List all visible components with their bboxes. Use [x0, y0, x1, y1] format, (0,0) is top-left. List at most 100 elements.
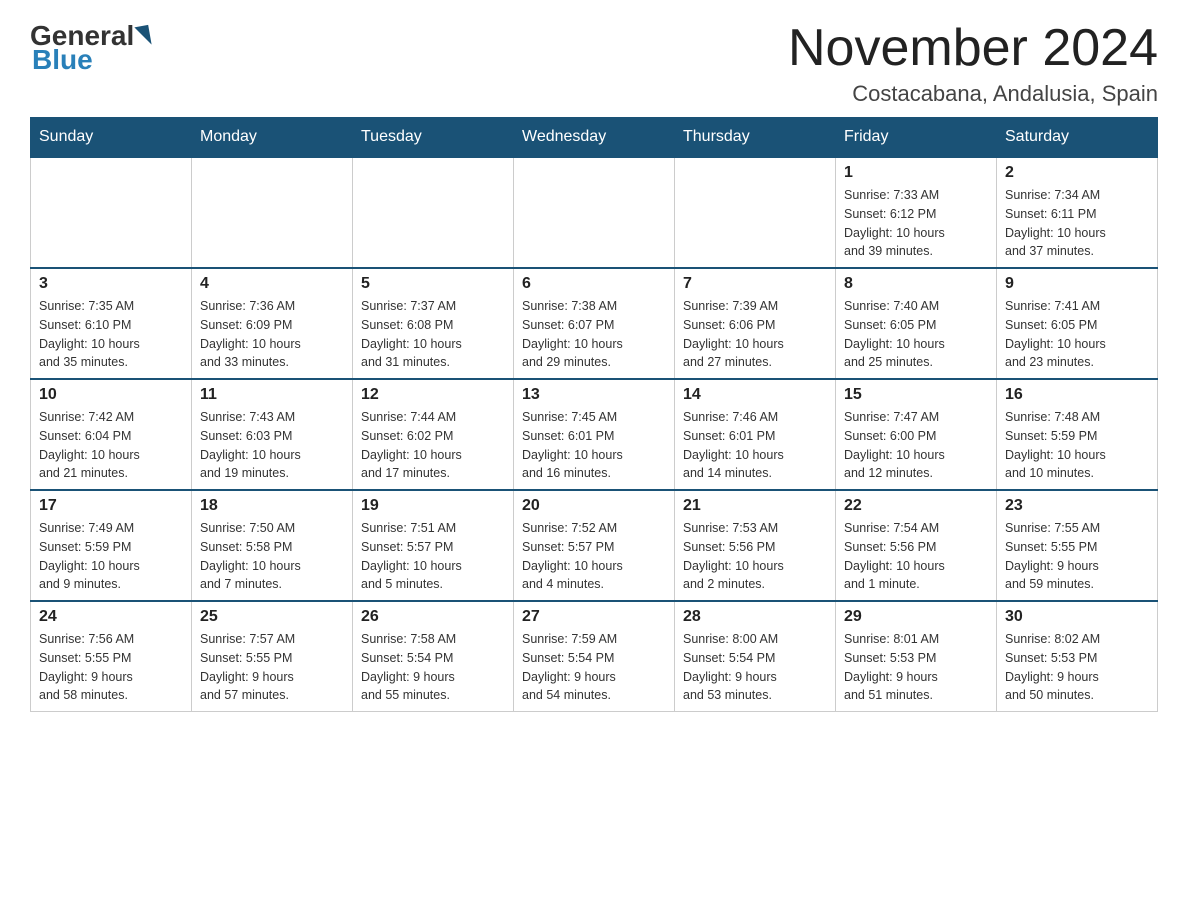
day-number: 23	[1005, 497, 1149, 515]
calendar-cell: 12 Sunrise: 7:44 AM Sunset: 6:02 PM Dayli…	[353, 379, 514, 490]
subtitle: Costacabana, Andalusia, Spain	[788, 81, 1158, 107]
calendar-cell: 9 Sunrise: 7:41 AM Sunset: 6:05 PM Daylig…	[997, 268, 1158, 379]
calendar-cell: 5Sunrise: 7:37 AM Sunset: 6:08 PM Daylig…	[353, 268, 514, 379]
calendar-cell	[514, 157, 675, 268]
calendar-cell: 14 Sunrise: 7:46 AM Sunset: 6:01 PM Dayli…	[675, 379, 836, 490]
calendar-cell: 11 Sunrise: 7:43 AM Sunset: 6:03 PM Dayli…	[192, 379, 353, 490]
calendar-cell: 13 Sunrise: 7:45 AM Sunset: 6:01 PM Dayli…	[514, 379, 675, 490]
day-info: Sunrise: 7:34 AM Sunset: 6:11 PM Dayligh…	[1005, 186, 1149, 261]
day-number: 8	[844, 275, 988, 293]
logo: General Blue	[30, 20, 152, 76]
week-row-3: 10 Sunrise: 7:42 AM Sunset: 6:04 PM Dayli…	[31, 379, 1158, 490]
day-info: Sunrise: 7:58 AM Sunset: 5:54 PM Dayligh…	[361, 630, 505, 705]
day-info: Sunrise: 7:43 AM Sunset: 6:03 PM Dayligh…	[200, 408, 344, 483]
calendar-cell: 17 Sunrise: 7:49 AM Sunset: 5:59 PM Dayli…	[31, 490, 192, 601]
day-info: Sunrise: 7:41 AM Sunset: 6:05 PM Dayligh…	[1005, 297, 1149, 372]
day-info: Sunrise: 7:57 AM Sunset: 5:55 PM Dayligh…	[200, 630, 344, 705]
day-number: 2	[1005, 164, 1149, 182]
day-info: Sunrise: 8:00 AM Sunset: 5:54 PM Dayligh…	[683, 630, 827, 705]
day-info: Sunrise: 7:33 AM Sunset: 6:12 PM Dayligh…	[844, 186, 988, 261]
day-header-thursday: Thursday	[675, 118, 836, 158]
day-info: Sunrise: 7:54 AM Sunset: 5:56 PM Dayligh…	[844, 519, 988, 594]
day-info: Sunrise: 7:49 AM Sunset: 5:59 PM Dayligh…	[39, 519, 183, 594]
day-number: 4	[200, 275, 344, 293]
calendar-cell: 6 Sunrise: 7:38 AM Sunset: 6:07 PM Daylig…	[514, 268, 675, 379]
day-header-friday: Friday	[836, 118, 997, 158]
day-number: 29	[844, 608, 988, 626]
day-number: 14	[683, 386, 827, 404]
day-number: 30	[1005, 608, 1149, 626]
calendar-cell: 4 Sunrise: 7:36 AM Sunset: 6:09 PM Daylig…	[192, 268, 353, 379]
title-area: November 2024 Costacabana, Andalusia, Sp…	[788, 20, 1158, 107]
page-header: General Blue November 2024 Costacabana, …	[30, 20, 1158, 107]
calendar-cell: 22Sunrise: 7:54 AM Sunset: 5:56 PM Dayli…	[836, 490, 997, 601]
day-number: 3	[39, 275, 183, 293]
day-info: Sunrise: 7:39 AM Sunset: 6:06 PM Dayligh…	[683, 297, 827, 372]
day-header-saturday: Saturday	[997, 118, 1158, 158]
logo-blue-text: Blue	[32, 44, 93, 75]
logo-triangle-icon	[135, 25, 152, 47]
calendar-cell: 21 Sunrise: 7:53 AM Sunset: 5:56 PM Dayli…	[675, 490, 836, 601]
day-info: Sunrise: 7:53 AM Sunset: 5:56 PM Dayligh…	[683, 519, 827, 594]
day-info: Sunrise: 8:01 AM Sunset: 5:53 PM Dayligh…	[844, 630, 988, 705]
calendar-cell: 19 Sunrise: 7:51 AM Sunset: 5:57 PM Dayli…	[353, 490, 514, 601]
calendar-cell: 24Sunrise: 7:56 AM Sunset: 5:55 PM Dayli…	[31, 601, 192, 712]
day-number: 26	[361, 608, 505, 626]
day-number: 9	[1005, 275, 1149, 293]
day-info: Sunrise: 7:52 AM Sunset: 5:57 PM Dayligh…	[522, 519, 666, 594]
main-title: November 2024	[788, 20, 1158, 77]
day-info: Sunrise: 7:38 AM Sunset: 6:07 PM Dayligh…	[522, 297, 666, 372]
day-number: 18	[200, 497, 344, 515]
day-info: Sunrise: 7:59 AM Sunset: 5:54 PM Dayligh…	[522, 630, 666, 705]
day-info: Sunrise: 7:37 AM Sunset: 6:08 PM Dayligh…	[361, 297, 505, 372]
day-number: 1	[844, 164, 988, 182]
day-info: Sunrise: 7:46 AM Sunset: 6:01 PM Dayligh…	[683, 408, 827, 483]
day-number: 12	[361, 386, 505, 404]
day-info: Sunrise: 7:44 AM Sunset: 6:02 PM Dayligh…	[361, 408, 505, 483]
day-info: Sunrise: 7:47 AM Sunset: 6:00 PM Dayligh…	[844, 408, 988, 483]
day-info: Sunrise: 7:55 AM Sunset: 5:55 PM Dayligh…	[1005, 519, 1149, 594]
calendar-cell: 2 Sunrise: 7:34 AM Sunset: 6:11 PM Daylig…	[997, 157, 1158, 268]
day-number: 19	[361, 497, 505, 515]
day-number: 17	[39, 497, 183, 515]
day-header-monday: Monday	[192, 118, 353, 158]
day-info: Sunrise: 7:50 AM Sunset: 5:58 PM Dayligh…	[200, 519, 344, 594]
calendar-cell: 7Sunrise: 7:39 AM Sunset: 6:06 PM Daylig…	[675, 268, 836, 379]
calendar-cell: 10 Sunrise: 7:42 AM Sunset: 6:04 PM Dayli…	[31, 379, 192, 490]
calendar-cell: 29 Sunrise: 8:01 AM Sunset: 5:53 PM Dayli…	[836, 601, 997, 712]
day-number: 21	[683, 497, 827, 515]
day-info: Sunrise: 7:42 AM Sunset: 6:04 PM Dayligh…	[39, 408, 183, 483]
week-row-5: 24Sunrise: 7:56 AM Sunset: 5:55 PM Dayli…	[31, 601, 1158, 712]
calendar-cell: 30Sunrise: 8:02 AM Sunset: 5:53 PM Dayli…	[997, 601, 1158, 712]
calendar-cell	[675, 157, 836, 268]
calendar-cell: 8 Sunrise: 7:40 AM Sunset: 6:05 PM Daylig…	[836, 268, 997, 379]
day-number: 16	[1005, 386, 1149, 404]
day-info: Sunrise: 7:56 AM Sunset: 5:55 PM Dayligh…	[39, 630, 183, 705]
calendar-cell: 27 Sunrise: 7:59 AM Sunset: 5:54 PM Dayli…	[514, 601, 675, 712]
calendar-cell: 20Sunrise: 7:52 AM Sunset: 5:57 PM Dayli…	[514, 490, 675, 601]
calendar-cell: 18 Sunrise: 7:50 AM Sunset: 5:58 PM Dayli…	[192, 490, 353, 601]
calendar-cell	[192, 157, 353, 268]
day-info: Sunrise: 7:45 AM Sunset: 6:01 PM Dayligh…	[522, 408, 666, 483]
week-row-1: 1 Sunrise: 7:33 AM Sunset: 6:12 PM Daylig…	[31, 157, 1158, 268]
day-number: 6	[522, 275, 666, 293]
day-number: 13	[522, 386, 666, 404]
day-number: 10	[39, 386, 183, 404]
calendar-cell: 1 Sunrise: 7:33 AM Sunset: 6:12 PM Daylig…	[836, 157, 997, 268]
day-header-wednesday: Wednesday	[514, 118, 675, 158]
day-info: Sunrise: 7:48 AM Sunset: 5:59 PM Dayligh…	[1005, 408, 1149, 483]
calendar-cell: 25Sunrise: 7:57 AM Sunset: 5:55 PM Dayli…	[192, 601, 353, 712]
day-info: Sunrise: 7:40 AM Sunset: 6:05 PM Dayligh…	[844, 297, 988, 372]
day-info: Sunrise: 7:51 AM Sunset: 5:57 PM Dayligh…	[361, 519, 505, 594]
day-info: Sunrise: 7:35 AM Sunset: 6:10 PM Dayligh…	[39, 297, 183, 372]
day-info: Sunrise: 7:36 AM Sunset: 6:09 PM Dayligh…	[200, 297, 344, 372]
calendar-cell: 15Sunrise: 7:47 AM Sunset: 6:00 PM Dayli…	[836, 379, 997, 490]
calendar-cell: 23 Sunrise: 7:55 AM Sunset: 5:55 PM Dayli…	[997, 490, 1158, 601]
day-number: 27	[522, 608, 666, 626]
calendar-cell: 16 Sunrise: 7:48 AM Sunset: 5:59 PM Dayli…	[997, 379, 1158, 490]
calendar-cell: 3 Sunrise: 7:35 AM Sunset: 6:10 PM Daylig…	[31, 268, 192, 379]
calendar-header-row: SundayMondayTuesdayWednesdayThursdayFrid…	[31, 118, 1158, 158]
week-row-4: 17 Sunrise: 7:49 AM Sunset: 5:59 PM Dayli…	[31, 490, 1158, 601]
calendar-table: SundayMondayTuesdayWednesdayThursdayFrid…	[30, 117, 1158, 712]
day-number: 11	[200, 386, 344, 404]
